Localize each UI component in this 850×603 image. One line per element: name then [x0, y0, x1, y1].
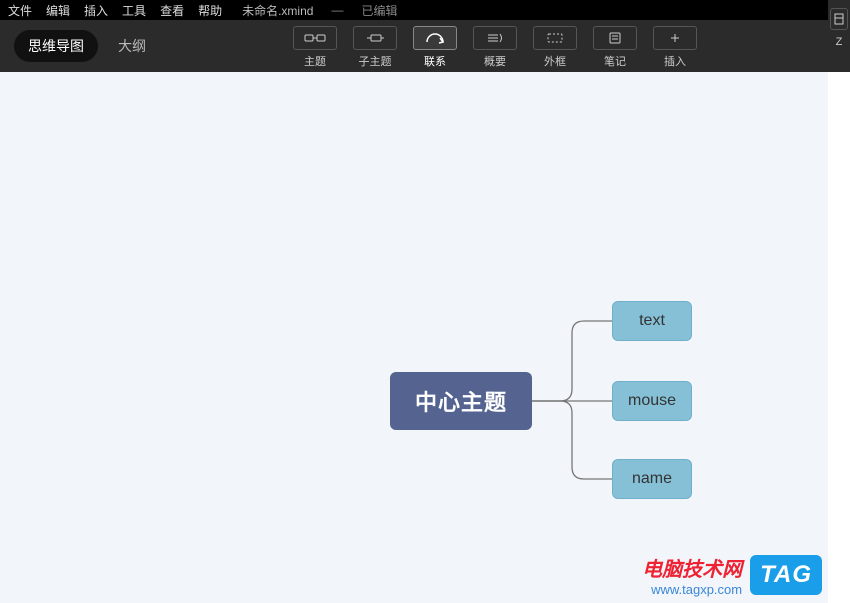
- menu-edit[interactable]: 编辑: [46, 2, 70, 19]
- tool-relationship-label: 联系: [424, 53, 446, 69]
- right-panel-edge[interactable]: Z: [828, 0, 850, 72]
- child-topic-1[interactable]: text: [612, 301, 692, 341]
- file-tab[interactable]: 未命名.xmind: [242, 2, 313, 19]
- tool-notes-label: 笔记: [604, 53, 626, 69]
- tab-outline[interactable]: 大纲: [110, 30, 154, 62]
- tool-subtopic[interactable]: 子主题: [348, 26, 402, 69]
- watermark: 电脑技术网 www.tagxp.com TAG: [642, 553, 822, 597]
- child-topic-2[interactable]: mouse: [612, 381, 692, 421]
- file-status-prefix: —: [331, 3, 343, 17]
- subtopic-icon: [353, 26, 397, 50]
- file-status: 已编辑: [361, 2, 397, 19]
- tab-mindmap[interactable]: 思维导图: [14, 30, 98, 62]
- menubar: 文件 编辑 插入 工具 查看 帮助 未命名.xmind — 已编辑: [0, 0, 850, 20]
- central-topic[interactable]: 中心主题: [390, 372, 532, 430]
- insert-icon: [653, 26, 697, 50]
- watermark-title: 电脑技术网: [642, 553, 742, 582]
- view-tabs: 思维导图 大纲: [0, 30, 154, 62]
- toolbar: 主题 子主题 联系 概要 外框: [288, 20, 702, 72]
- boundary-icon: [533, 26, 577, 50]
- watermark-url: www.tagxp.com: [642, 582, 742, 597]
- tool-boundary-label: 外框: [544, 53, 566, 69]
- tool-notes[interactable]: 笔记: [588, 26, 642, 69]
- tool-insert[interactable]: 插入: [648, 26, 702, 69]
- relationship-icon: [413, 26, 457, 50]
- right-tool-icon: [830, 8, 848, 30]
- connectors: [0, 72, 828, 603]
- tool-topic-label: 主题: [304, 53, 326, 69]
- tool-insert-label: 插入: [664, 53, 686, 69]
- header-toolbar: 思维导图 大纲 主题 子主题 联系 概要: [0, 20, 850, 72]
- right-tool-label: Z: [836, 36, 843, 48]
- tool-subtopic-label: 子主题: [359, 53, 392, 69]
- notes-icon: [593, 26, 637, 50]
- topic-icon: [293, 26, 337, 50]
- tool-topic[interactable]: 主题: [288, 26, 342, 69]
- menu-view[interactable]: 查看: [160, 2, 184, 19]
- menu-file[interactable]: 文件: [8, 2, 32, 19]
- tool-relationship[interactable]: 联系: [408, 26, 462, 69]
- menu-tools[interactable]: 工具: [122, 2, 146, 19]
- menu-help[interactable]: 帮助: [198, 2, 222, 19]
- tool-summary[interactable]: 概要: [468, 26, 522, 69]
- watermark-tag: TAG: [750, 555, 822, 595]
- menu-insert[interactable]: 插入: [84, 2, 108, 19]
- tool-boundary[interactable]: 外框: [528, 26, 582, 69]
- tool-summary-label: 概要: [484, 53, 506, 69]
- summary-icon: [473, 26, 517, 50]
- canvas[interactable]: 中心主题 text mouse name 电脑技术网 www.tagxp.com…: [0, 72, 828, 603]
- child-topic-3[interactable]: name: [612, 459, 692, 499]
